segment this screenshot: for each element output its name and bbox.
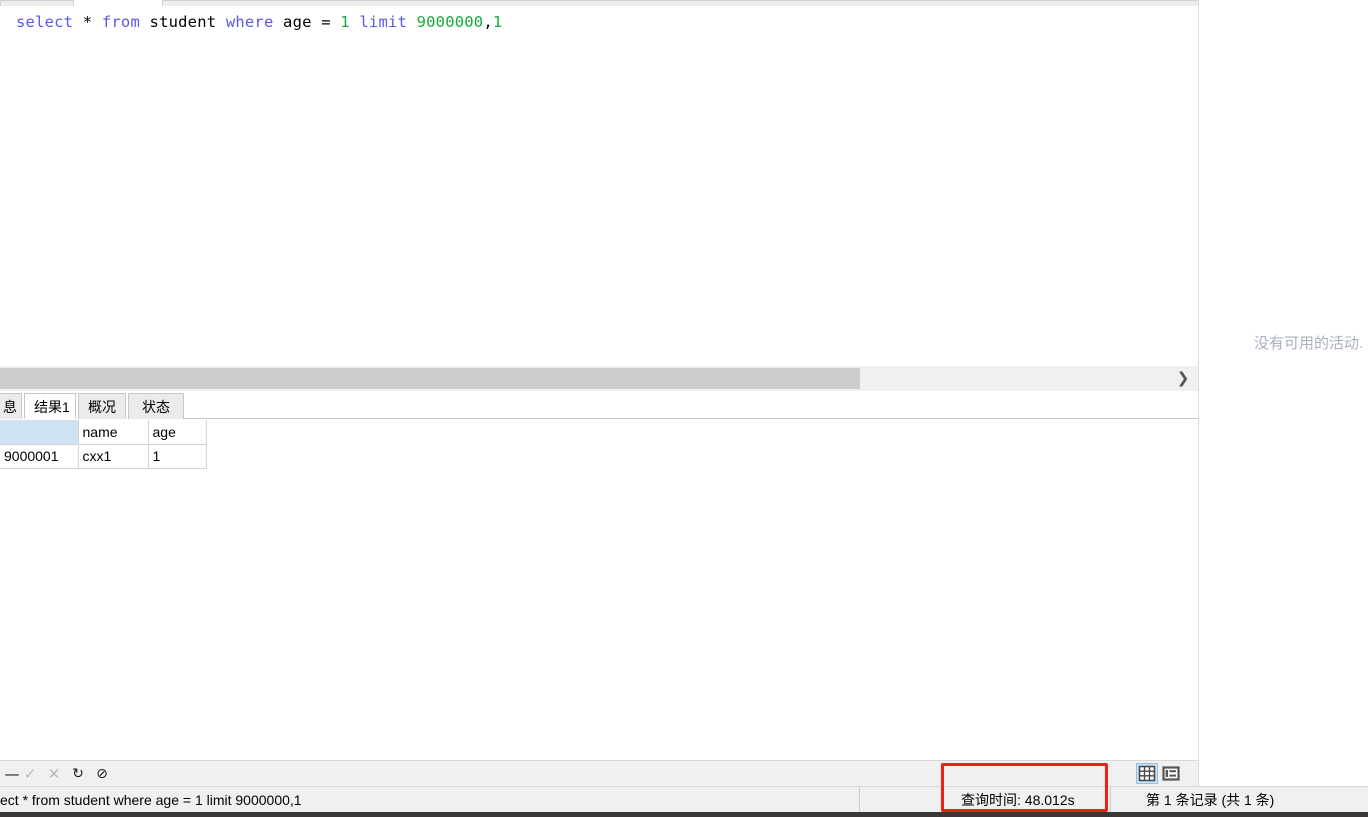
sql-token-keyword: from bbox=[101, 13, 140, 31]
sql-token-number: 1 bbox=[340, 13, 350, 31]
taskbar-edge bbox=[0, 812, 1368, 817]
result-tab-result-1[interactable]: 结果1 bbox=[24, 393, 76, 419]
editor-horizontal-scrollbar[interactable]: ❯ bbox=[0, 365, 1198, 391]
result-grid[interactable]: name age 9000001 cxx1 1 bbox=[0, 420, 1198, 760]
grid-toolbar: — ✓ ✕ ↻ ⊘ bbox=[0, 760, 1198, 788]
tabbar-filler bbox=[184, 393, 1198, 419]
sql-editor[interactable]: select * from student where age = 1 limi… bbox=[0, 6, 1198, 365]
table-row[interactable]: 9000001 cxx1 1 bbox=[0, 444, 207, 469]
status-query-time: 查询时间: 48.012s bbox=[961, 792, 1075, 808]
status-divider bbox=[1110, 787, 1111, 813]
scrollbar-thumb[interactable] bbox=[0, 368, 860, 389]
sql-token-plain bbox=[312, 13, 322, 31]
stop-icon[interactable]: ⊘ bbox=[90, 761, 114, 787]
sql-token-plain bbox=[92, 13, 102, 31]
sql-query-line[interactable]: select * from student where age = 1 limi… bbox=[16, 11, 502, 33]
cross-icon[interactable]: ✕ bbox=[42, 761, 66, 787]
sql-token-number: 9000000 bbox=[416, 13, 484, 31]
sql-token-keyword: where bbox=[225, 13, 274, 31]
result-tab-profile[interactable]: 概况 bbox=[78, 393, 126, 419]
sql-token-plain bbox=[407, 13, 417, 31]
result-tab-status[interactable]: 状态 bbox=[128, 393, 184, 419]
sql-token-operator: , bbox=[483, 13, 493, 31]
grid-view-icon[interactable] bbox=[1136, 763, 1158, 784]
column-header-name[interactable]: name bbox=[78, 420, 149, 445]
status-bar: ect * from student where age = 1 limit 9… bbox=[0, 786, 1368, 813]
sql-token-plain bbox=[350, 13, 360, 31]
sql-token-operator: = bbox=[321, 13, 331, 31]
sql-token-operator: * bbox=[82, 13, 93, 31]
cell-age[interactable]: 1 bbox=[148, 444, 207, 469]
check-icon[interactable]: ✓ bbox=[18, 761, 42, 787]
sql-token-number: 1 bbox=[492, 13, 503, 31]
status-record-count: 第 1 条记录 (共 1 条) bbox=[1146, 792, 1275, 808]
status-sql-text: ect * from student where age = 1 limit 9… bbox=[0, 787, 860, 813]
sql-token-plain bbox=[331, 13, 341, 31]
column-header-id[interactable] bbox=[0, 420, 79, 445]
sql-token-plain bbox=[216, 13, 226, 31]
right-side-panel: 没有可用的活动. bbox=[1198, 0, 1368, 786]
cell-name[interactable]: cxx1 bbox=[78, 444, 149, 469]
column-header-age[interactable]: age bbox=[148, 420, 207, 445]
form-view-icon[interactable] bbox=[1160, 763, 1182, 784]
result-table: name age 9000001 cxx1 1 bbox=[0, 420, 207, 469]
sql-token-plain bbox=[73, 13, 83, 31]
refresh-icon[interactable]: ↻ bbox=[66, 761, 90, 787]
cell-id[interactable]: 9000001 bbox=[0, 444, 79, 469]
right-panel-empty-message: 没有可用的活动. bbox=[1254, 335, 1364, 352]
chevron-right-icon[interactable]: ❯ bbox=[1172, 366, 1194, 391]
result-tab-info[interactable]: 息 bbox=[0, 393, 22, 419]
sql-token-identifier: student bbox=[149, 13, 217, 31]
sql-token-keyword: select bbox=[16, 13, 74, 31]
sql-token-identifier: age bbox=[283, 13, 312, 31]
result-tabbar: 息 结果1 概况 状态 bbox=[0, 393, 1198, 421]
sql-token-plain bbox=[140, 13, 150, 31]
table-header-row: name age bbox=[0, 420, 207, 445]
sql-token-keyword: limit bbox=[359, 13, 408, 31]
sql-token-plain bbox=[273, 13, 283, 31]
